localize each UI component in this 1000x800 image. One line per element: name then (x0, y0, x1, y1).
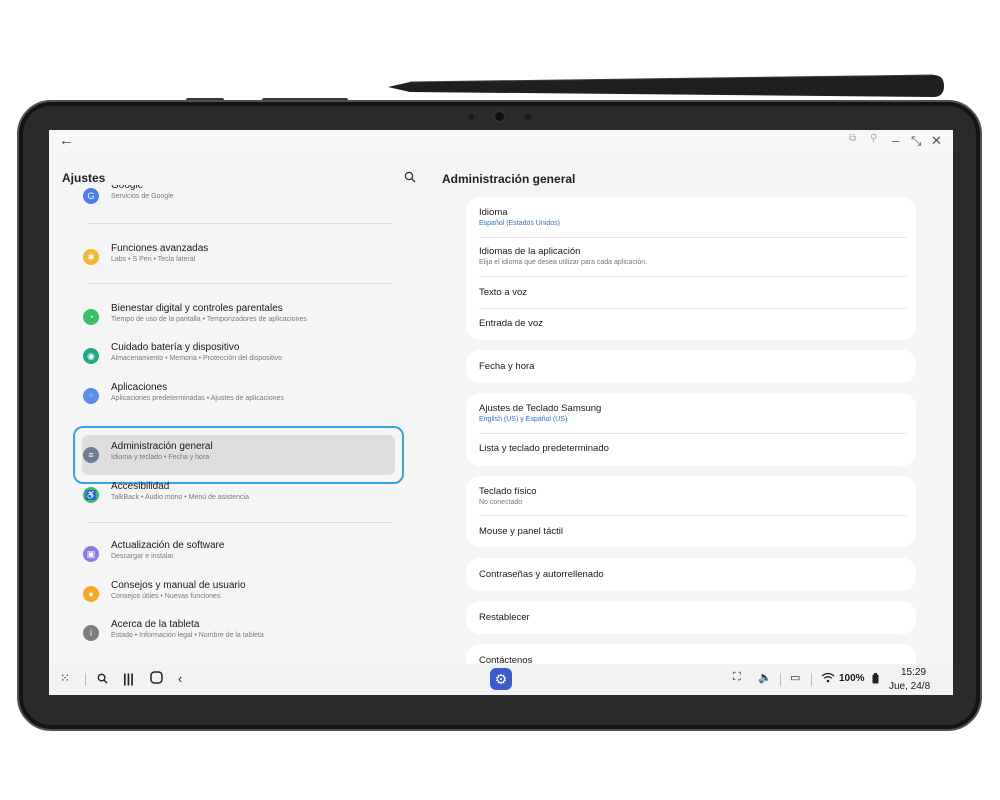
google-icon: G (83, 188, 99, 204)
settings-item-software-update[interactable]: ▣ Actualización de software Descargar e … (83, 540, 395, 583)
reset-row[interactable]: Restablecer (479, 612, 530, 623)
page-title: Ajustes (62, 171, 106, 185)
physical-keyboard-card: Teclado físico No conectado Mouse y pane… (466, 476, 916, 547)
app-languages-row[interactable]: Idiomas de la aplicación Elija el idioma… (479, 246, 647, 266)
wifi-icon (821, 672, 835, 686)
divider (88, 522, 391, 523)
settings-item-accessibility[interactable]: ♿ Accesibilidad TalkBack • Audio mono • … (83, 481, 395, 524)
screen: ← ⧉ ⚲ – ⤡ ✕ Ajustes G Google Servicios d… (49, 130, 953, 695)
settings-item-tips[interactable]: ● Consejos y manual de usuario Consejos … (83, 580, 395, 623)
device-care-icon: ◉ (83, 348, 99, 364)
pin-icon[interactable]: ⚲ (870, 133, 877, 144)
minimize-icon[interactable]: – (892, 133, 899, 148)
notification-icon[interactable]: ▭ (790, 671, 800, 684)
software-update-icon: ▣ (83, 546, 99, 562)
divider (479, 308, 907, 309)
date-time-row[interactable]: Fecha y hora (479, 361, 534, 372)
divider (780, 673, 781, 686)
settings-item-apps[interactable]: ⁘ Aplicaciones Aplicaciones predetermina… (83, 382, 395, 425)
screenshot-icon[interactable]: ⛶ (733, 671, 741, 684)
divider (88, 223, 391, 224)
taskbar: ⁙ ||| ‹ ⚙ ⛶ 🔈 ▭ 100% 15:29 Jue, 24/8 (49, 664, 953, 695)
divider (85, 673, 86, 686)
settings-item-device-care[interactable]: ◉ Cuidado batería y dispositivo Almacena… (83, 342, 395, 385)
s-pen (388, 74, 944, 97)
reset-card: Restablecer (466, 601, 916, 634)
clock-time: 15:29 (901, 667, 927, 678)
settings-item-google[interactable]: G Google Servicios de Google (83, 185, 395, 226)
volume-icon[interactable]: 🔈 (758, 671, 772, 684)
advanced-features-icon: ✱ (83, 249, 99, 265)
keyboard-list-row[interactable]: Lista y teclado predeterminado (479, 443, 609, 454)
search-icon[interactable] (97, 672, 108, 687)
divider (88, 283, 391, 284)
collapse-icon[interactable]: ⤡ (911, 133, 921, 149)
language-row[interactable]: Idioma Español (Estados Unidos) (479, 207, 560, 227)
passwords-autofill-row[interactable]: Contraseñas y autorrellenado (479, 569, 604, 580)
accessibility-icon: ♿ (83, 487, 99, 503)
detail-title: Administración general (442, 172, 576, 186)
date-time-card: Fecha y hora (466, 350, 916, 383)
samsung-keyboard-row[interactable]: Ajustes de Teclado Samsung English (US) … (479, 403, 601, 423)
battery-level: 100% (839, 673, 865, 684)
general-management-icon: ≡ (83, 447, 99, 463)
divider (479, 433, 907, 434)
divider (811, 673, 812, 686)
divider (479, 515, 907, 516)
window-bar: ← ⧉ ⚲ – ⤡ ✕ (49, 130, 953, 152)
samsung-keyboard-card: Ajustes de Teclado Samsung English (US) … (466, 393, 916, 466)
settings-item-digital-wellbeing[interactable]: ◔ Bienestar digital y controles parental… (83, 303, 395, 346)
home-icon[interactable] (150, 671, 163, 687)
battery-icon (872, 672, 879, 687)
settings-item-about-tablet[interactable]: i Acerca de la tableta Estado • Informac… (83, 619, 395, 662)
contact-card: Contáctenos (466, 644, 916, 664)
apps-icon: ⁘ (83, 388, 99, 404)
back-icon[interactable]: ‹ (178, 671, 182, 686)
settings-gear-icon[interactable]: ⚙ (490, 668, 512, 690)
pop-up-view-icon[interactable]: ⧉ (849, 133, 856, 144)
recent-apps-icon[interactable]: ||| (123, 671, 134, 686)
back-arrow-icon[interactable]: ← (59, 132, 74, 149)
close-icon[interactable]: ✕ (931, 133, 942, 149)
language-card: Idioma Español (Estados Unidos) Idiomas … (466, 197, 916, 340)
text-to-speech-row[interactable]: Texto a voz (479, 287, 527, 298)
passwords-card: Contraseñas y autorrellenado (466, 558, 916, 591)
divider (479, 237, 907, 238)
front-camera (495, 112, 504, 121)
settings-item-general-management[interactable]: ≡ Administración general Idioma y teclad… (83, 441, 395, 484)
general-management-pane: Administración general Idioma Español (E… (419, 152, 953, 664)
physical-keyboard-row[interactable]: Teclado físico No conectado (479, 486, 537, 506)
divider (479, 276, 907, 277)
tips-icon: ● (83, 586, 99, 602)
mouse-touchpad-row[interactable]: Mouse y panel táctil (479, 526, 563, 537)
search-icon[interactable] (404, 171, 416, 186)
apps-grid-icon[interactable]: ⁙ (60, 671, 70, 685)
settings-list-pane: Ajustes G Google Servicios de Google ✱ F… (49, 152, 419, 664)
digital-wellbeing-icon: ◔ (83, 309, 99, 325)
about-tablet-icon: i (83, 625, 99, 641)
voice-input-row[interactable]: Entrada de voz (479, 318, 543, 329)
clock-date: Jue, 24/8 (889, 681, 931, 692)
settings-item-advanced-features[interactable]: ✱ Funciones avanzadas Labs • S Pen • Tec… (83, 243, 395, 286)
contact-us-row[interactable]: Contáctenos (479, 655, 532, 664)
sensor (525, 114, 531, 120)
sensor (468, 114, 474, 120)
